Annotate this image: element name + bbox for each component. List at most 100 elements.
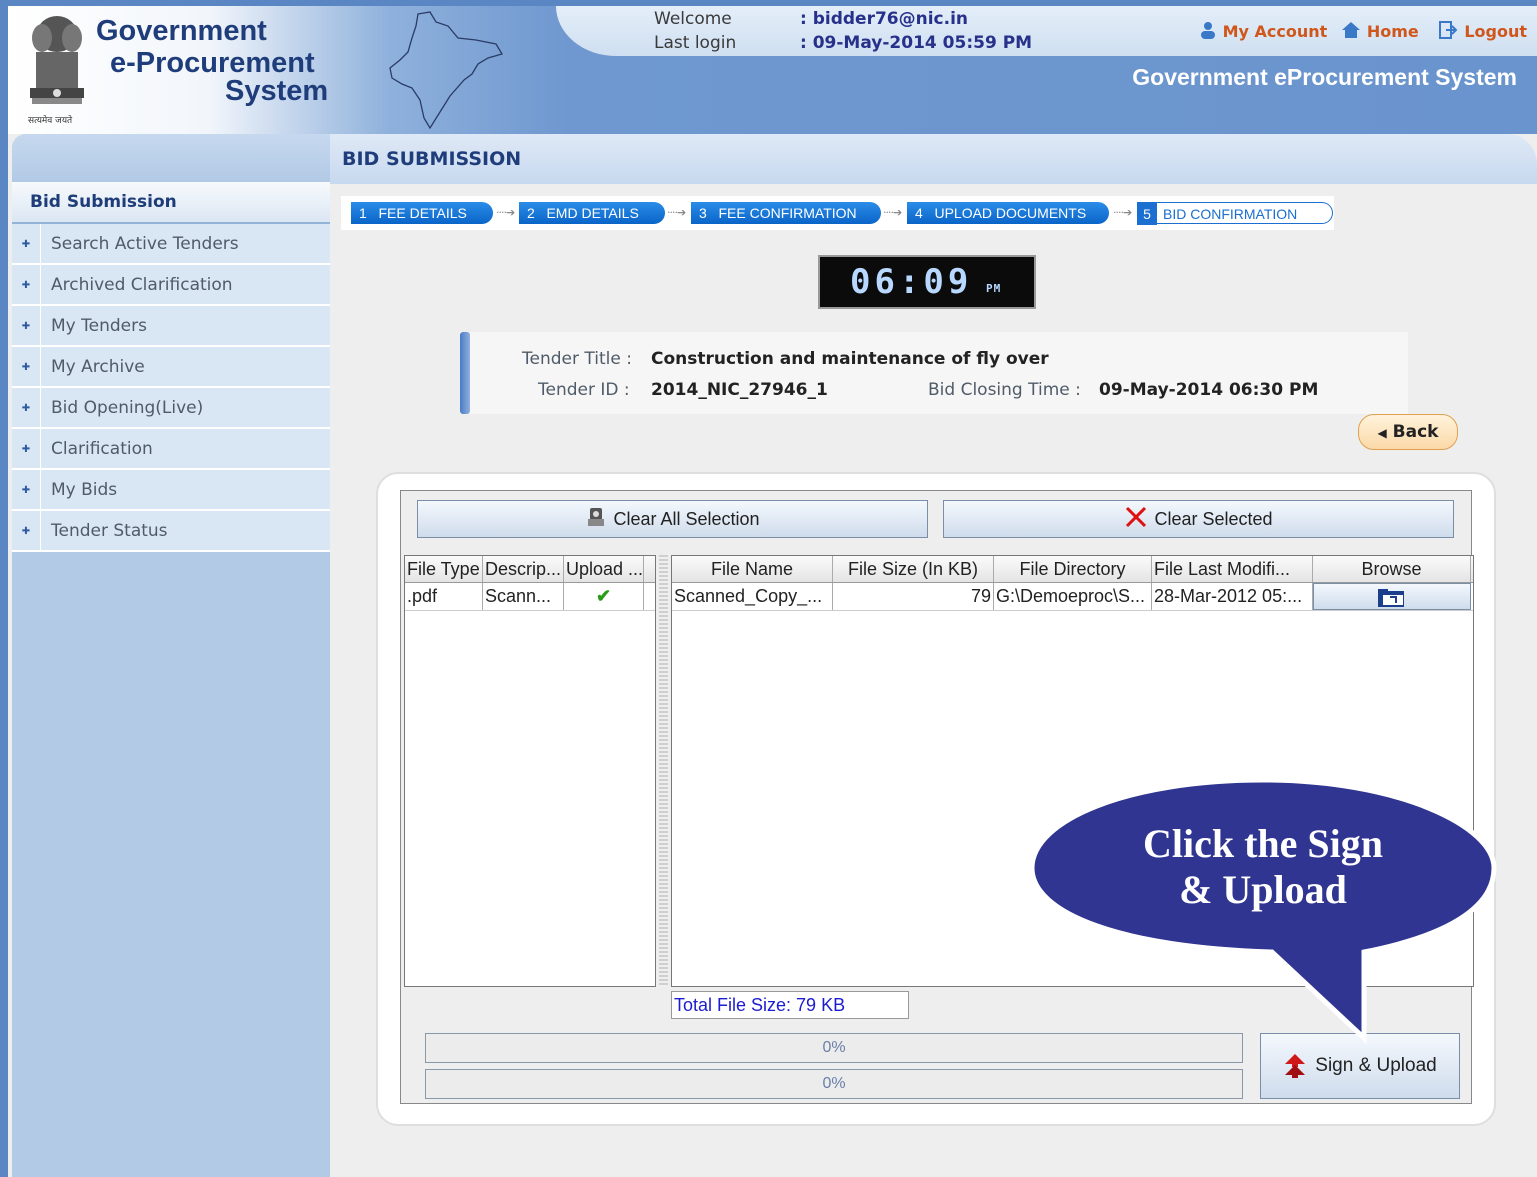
sidebar-item-label: My Bids bbox=[51, 479, 118, 500]
tender-id-value: 2014_NIC_27946_1 bbox=[651, 380, 828, 400]
table-row[interactable]: .pdf Scann... ✔ bbox=[405, 583, 655, 611]
column-header[interactable]: File Size (In KB) bbox=[833, 556, 994, 582]
column-header[interactable]: Upload ... bbox=[564, 556, 644, 582]
arrow-right-icon: ✚ bbox=[12, 347, 41, 386]
browse-button[interactable] bbox=[1313, 583, 1471, 610]
welcome-label: Welcome bbox=[654, 9, 732, 29]
sidebar-item-label: Search Active Tenders bbox=[51, 233, 239, 254]
my-account-link[interactable]: My Account bbox=[1223, 22, 1328, 41]
cell-file-directory: G:\Demoeproc\S... bbox=[994, 583, 1152, 610]
column-header[interactable]: File Name bbox=[672, 556, 833, 582]
step-label: BID CONFIRMATION bbox=[1163, 206, 1298, 222]
table-row[interactable]: Scanned_Copy_... 79 G:\Demoeproc\S... 28… bbox=[672, 583, 1473, 611]
last-login-label: Last login bbox=[654, 33, 737, 53]
column-header[interactable]: Descrip... bbox=[483, 556, 564, 582]
step-connector-icon: ····➔ bbox=[496, 206, 515, 219]
sidebar-item-bid-opening-live[interactable]: ✚ Bid Opening(Live) bbox=[12, 388, 330, 429]
page: सत्यमेव जयते Government e-Procurement Sy… bbox=[8, 6, 1537, 1177]
step-upload-documents[interactable]: 4 UPLOAD DOCUMENTS bbox=[907, 202, 1109, 224]
emblem-caption: सत्यमेव जयते bbox=[28, 116, 73, 126]
cell-file-modified: 28-Mar-2012 05:... bbox=[1152, 583, 1313, 610]
home-icon bbox=[1341, 20, 1361, 44]
step-progress: 1 FEE DETAILS ····➔ 2 EMD DETAILS ····➔ … bbox=[341, 196, 1334, 230]
step-number: 4 bbox=[915, 205, 923, 221]
step-number: 5 bbox=[1137, 203, 1157, 225]
column-header[interactable]: Browse bbox=[1313, 556, 1471, 582]
clear-all-selection-label: Clear All Selection bbox=[613, 508, 760, 529]
cell-file-type: .pdf bbox=[405, 583, 483, 610]
step-connector-icon: ····➔ bbox=[883, 206, 902, 219]
brand-line-2: e-Procurement bbox=[110, 47, 315, 79]
column-header[interactable]: File Type bbox=[405, 556, 483, 582]
user-icon bbox=[1199, 21, 1217, 43]
clock-ampm: PM bbox=[986, 282, 1002, 295]
sidebar-item-tender-status[interactable]: ✚ Tender Status bbox=[12, 511, 330, 552]
main-title-bar: BID SUBMISSION bbox=[330, 134, 1537, 184]
step-label: UPLOAD DOCUMENTS bbox=[934, 205, 1087, 221]
sidebar-item-label: Archived Clarification bbox=[51, 274, 233, 295]
tender-title-value: Construction and maintenance of fly over bbox=[651, 349, 1049, 369]
sidebar-item-my-tenders[interactable]: ✚ My Tenders bbox=[12, 306, 330, 347]
bid-closing-value: 09-May-2014 06:30 PM bbox=[1099, 380, 1319, 400]
sidebar-item-label: Tender Status bbox=[51, 520, 168, 541]
sidebar-item-search-active-tenders[interactable]: ✚ Search Active Tenders bbox=[12, 224, 330, 265]
info-accent-bar bbox=[460, 332, 470, 414]
brand-line-3: System bbox=[225, 75, 329, 107]
chevron-left-icon: ◀ bbox=[1377, 426, 1387, 440]
bid-closing-label: Bid Closing Time : bbox=[928, 380, 1081, 400]
step-bid-confirmation[interactable]: 5 BID CONFIRMATION bbox=[1137, 202, 1333, 225]
digital-clock: 06:09 PM bbox=[818, 255, 1036, 309]
clear-selected-button[interactable]: Clear Selected bbox=[943, 500, 1454, 538]
sidebar-title[interactable]: Bid Submission bbox=[12, 182, 330, 224]
sidebar-item-label: Bid Opening(Live) bbox=[51, 397, 204, 418]
sidebar-item-label: My Archive bbox=[51, 356, 145, 377]
tender-id-label: Tender ID : bbox=[538, 380, 630, 400]
column-header[interactable]: File Directory bbox=[994, 556, 1152, 582]
india-map-icon bbox=[389, 11, 503, 130]
brand-line-1: Government bbox=[96, 15, 267, 47]
folder-open-icon bbox=[1378, 589, 1404, 608]
logout-link[interactable]: Logout bbox=[1464, 22, 1527, 41]
file-type-table: File Type Descrip... Upload ... .pdf Sca… bbox=[404, 555, 656, 987]
sidebar-item-my-bids[interactable]: ✚ My Bids bbox=[12, 470, 330, 511]
clock-time: 06:09 bbox=[850, 262, 973, 302]
sidebar-item-clarification[interactable]: ✚ Clarification bbox=[12, 429, 330, 470]
step-fee-confirmation[interactable]: 3 FEE CONFIRMATION bbox=[691, 202, 881, 224]
tender-title-label: Tender Title : bbox=[522, 349, 632, 369]
step-number: 3 bbox=[699, 205, 707, 221]
broom-icon bbox=[585, 506, 607, 533]
system-name: Government eProcurement System bbox=[1132, 64, 1517, 90]
clear-all-selection-button[interactable]: Clear All Selection bbox=[417, 500, 928, 538]
tender-info-panel: Tender Title : Construction and maintena… bbox=[460, 332, 1408, 414]
step-number: 1 bbox=[359, 205, 367, 221]
arrow-right-icon: ✚ bbox=[12, 511, 41, 550]
last-login-value: : 09-May-2014 05:59 PM bbox=[800, 33, 1033, 53]
page-title: BID SUBMISSION bbox=[342, 148, 522, 170]
clear-selected-label: Clear Selected bbox=[1154, 508, 1273, 529]
cell-file-size: 79 bbox=[833, 583, 994, 610]
callout-text: Click the Sign & Upload bbox=[1068, 821, 1458, 913]
arrow-right-icon: ✚ bbox=[12, 265, 41, 304]
split-pane-divider[interactable] bbox=[659, 555, 668, 987]
step-label: FEE DETAILS bbox=[378, 205, 467, 221]
step-fee-details[interactable]: 1 FEE DETAILS bbox=[351, 202, 493, 224]
back-label: Back bbox=[1392, 422, 1439, 442]
back-button[interactable]: ◀ Back bbox=[1358, 414, 1458, 450]
home-link[interactable]: Home bbox=[1367, 22, 1419, 41]
callout-line-2: & Upload bbox=[1179, 867, 1347, 912]
column-header[interactable]: File Last Modifi... bbox=[1152, 556, 1313, 582]
step-emd-details[interactable]: 2 EMD DETAILS bbox=[519, 202, 665, 224]
logout-icon bbox=[1438, 20, 1458, 44]
step-label: EMD DETAILS bbox=[546, 205, 639, 221]
arrow-right-icon: ✚ bbox=[12, 470, 41, 509]
step-number: 2 bbox=[527, 205, 535, 221]
arrow-right-icon: ✚ bbox=[12, 429, 41, 468]
check-icon: ✔ bbox=[564, 583, 644, 610]
sidebar-item-my-archive[interactable]: ✚ My Archive bbox=[12, 347, 330, 388]
cell-description: Scann... bbox=[483, 583, 564, 610]
sidebar-item-archived-clarification[interactable]: ✚ Archived Clarification bbox=[12, 265, 330, 306]
sidebar-item-label: My Tenders bbox=[51, 315, 147, 336]
table-header: File Name File Size (In KB) File Directo… bbox=[672, 556, 1473, 583]
step-label: FEE CONFIRMATION bbox=[718, 205, 857, 221]
arrow-right-icon: ✚ bbox=[12, 224, 41, 263]
